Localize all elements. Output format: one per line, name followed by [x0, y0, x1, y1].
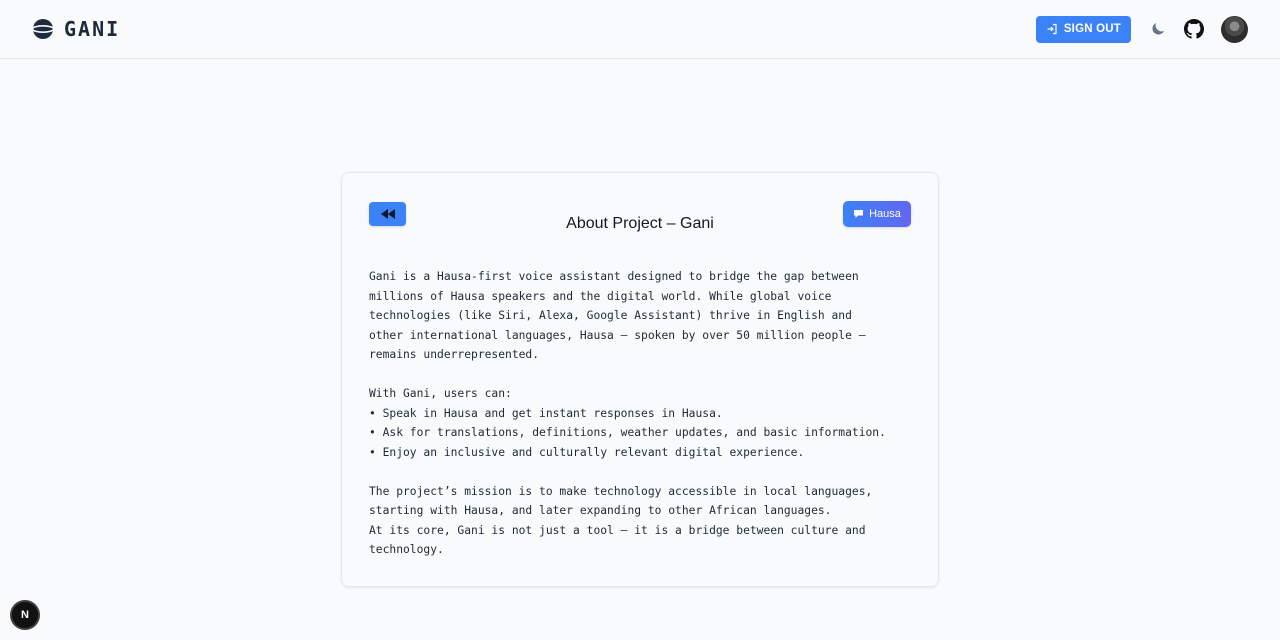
about-card: About Project – Gani Hausa Gani is a Hau… [341, 172, 939, 587]
logo-icon [32, 19, 54, 39]
github-icon [1184, 19, 1204, 39]
rewind-icon [380, 209, 395, 219]
dev-tools-label: N [21, 609, 29, 621]
theme-toggle[interactable] [1148, 19, 1168, 39]
speech-bubble-icon [854, 210, 864, 218]
brand[interactable]: GANI [32, 17, 120, 41]
back-button[interactable] [369, 202, 406, 226]
avatar[interactable] [1221, 15, 1248, 43]
language-toggle-button[interactable]: Hausa [843, 201, 911, 227]
sign-in-icon [1047, 23, 1057, 35]
page-title: About Project – Gani [566, 214, 714, 232]
top-nav: GANI SIGN OUT [0, 0, 1280, 59]
card-header: About Project – Gani Hausa [369, 201, 911, 232]
header-actions: SIGN OUT [1035, 15, 1248, 43]
intro-paragraph: Gani is a Hausa-first voice assistant de… [369, 270, 866, 361]
github-link[interactable] [1184, 19, 1204, 39]
brand-name: GANI [64, 17, 121, 41]
moon-icon [1152, 23, 1164, 35]
dev-tools-badge[interactable]: N [12, 602, 38, 628]
mission-paragraph: The project’s mission is to make technol… [369, 484, 873, 557]
features-paragraph: With Gani, users can: • Speak in Hausa a… [369, 387, 886, 459]
sign-out-label: SIGN OUT [1063, 23, 1121, 35]
sign-out-button[interactable]: SIGN OUT [1035, 15, 1131, 43]
language-label: Hausa [869, 208, 901, 220]
about-text: Gani is a Hausa-first voice assistant de… [369, 267, 911, 560]
